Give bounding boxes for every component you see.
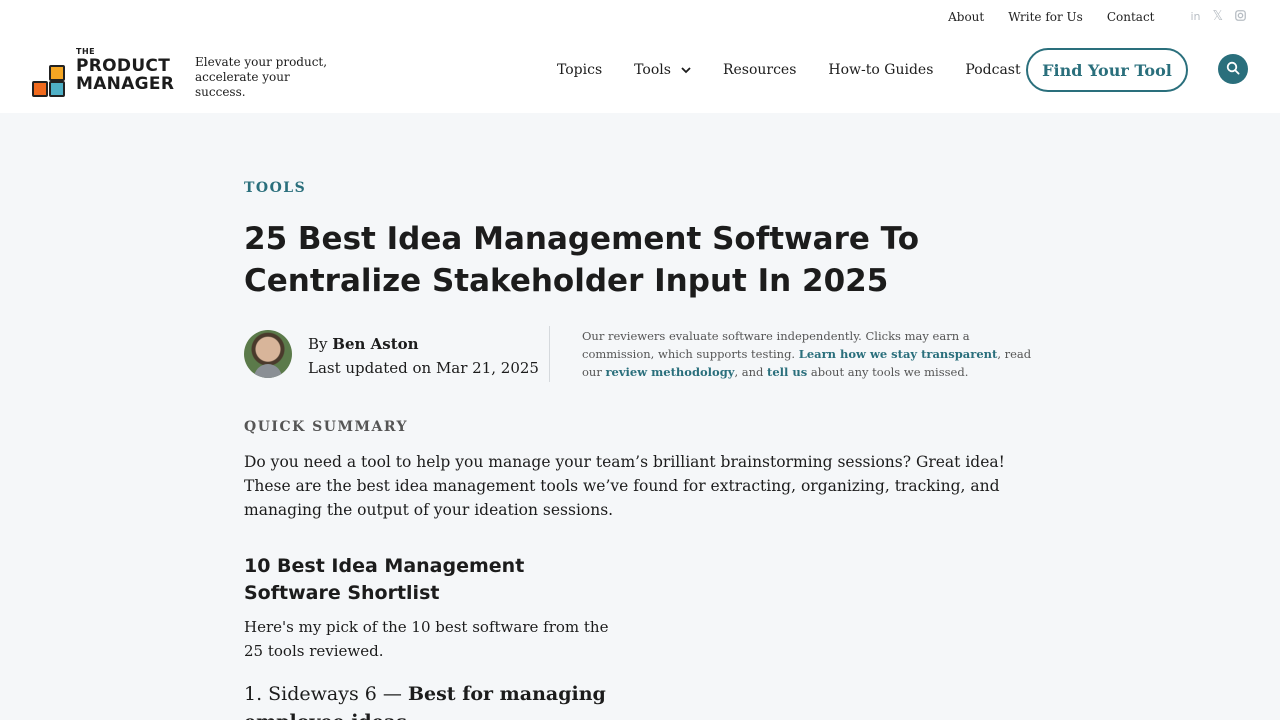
site-logo[interactable]: THE PRODUCT MANAGER [32, 47, 175, 97]
find-your-tool-button[interactable]: Find Your Tool [1026, 48, 1188, 92]
chevron-down-icon [681, 64, 691, 77]
main-nav: Topics Tools Resources How-to Guides Pod… [557, 62, 1053, 78]
linkedin-icon[interactable]: in [1190, 10, 1200, 23]
quick-summary-text: Do you need a tool to help you manage yo… [244, 453, 1005, 519]
shortlist-intro: Here's my pick of the 10 best software f… [244, 618, 609, 660]
byline: By Ben Aston Last updated on Mar 21, 202… [308, 332, 539, 380]
quick-summary-label: QUICK SUMMARY [244, 419, 409, 435]
about-link[interactable]: About [948, 10, 984, 24]
nav-resources[interactable]: Resources [723, 62, 796, 78]
author-avatar[interactable] [244, 330, 292, 378]
transparency-link[interactable]: Learn how we stay transparent [799, 347, 998, 361]
meta-divider [549, 326, 550, 382]
search-icon [1226, 60, 1240, 79]
logo-mark-icon [32, 53, 68, 97]
updated-date: Last updated on Mar 21, 2025 [308, 359, 539, 377]
logo-wordmark: THE PRODUCT MANAGER [76, 47, 175, 94]
site-header: About Write for Us Contact in 𝕏 THE PROD… [0, 0, 1280, 113]
page-title: 25 Best Idea Management Software To Cent… [244, 221, 920, 299]
author-name[interactable]: Ben Aston [332, 335, 418, 353]
site-tagline: Elevate your product, accelerate your su… [195, 55, 328, 99]
utility-nav: About Write for Us Contact in 𝕏 [924, 9, 1246, 24]
article-category[interactable]: TOOLS [244, 180, 1044, 196]
shortlist-heading: 10 Best Idea Management Software Shortli… [244, 555, 525, 604]
article-meta: By Ben Aston Last updated on Mar 21, 202… [244, 326, 1044, 382]
search-button[interactable] [1218, 54, 1248, 84]
nav-tools[interactable]: Tools [634, 62, 691, 78]
x-icon[interactable]: 𝕏 [1213, 9, 1223, 24]
nav-podcast[interactable]: Podcast [965, 62, 1020, 78]
contact-link[interactable]: Contact [1107, 10, 1155, 24]
tell-us-link[interactable]: tell us [767, 365, 807, 379]
shortlist-item[interactable]: 1. Sideways 6 — Best for managing employ… [244, 680, 624, 720]
review-methodology-link[interactable]: review methodology [605, 365, 734, 379]
write-for-us-link[interactable]: Write for Us [1008, 10, 1083, 24]
instagram-icon[interactable] [1235, 9, 1246, 24]
nav-topics[interactable]: Topics [557, 62, 602, 78]
nav-how-to-guides[interactable]: How-to Guides [828, 62, 933, 78]
affiliate-disclaimer: Our reviewers evaluate software independ… [582, 329, 1032, 379]
article-header: TOOLS 25 Best Idea Management Software T… [244, 180, 1044, 302]
social-links: in 𝕏 [1178, 9, 1246, 24]
